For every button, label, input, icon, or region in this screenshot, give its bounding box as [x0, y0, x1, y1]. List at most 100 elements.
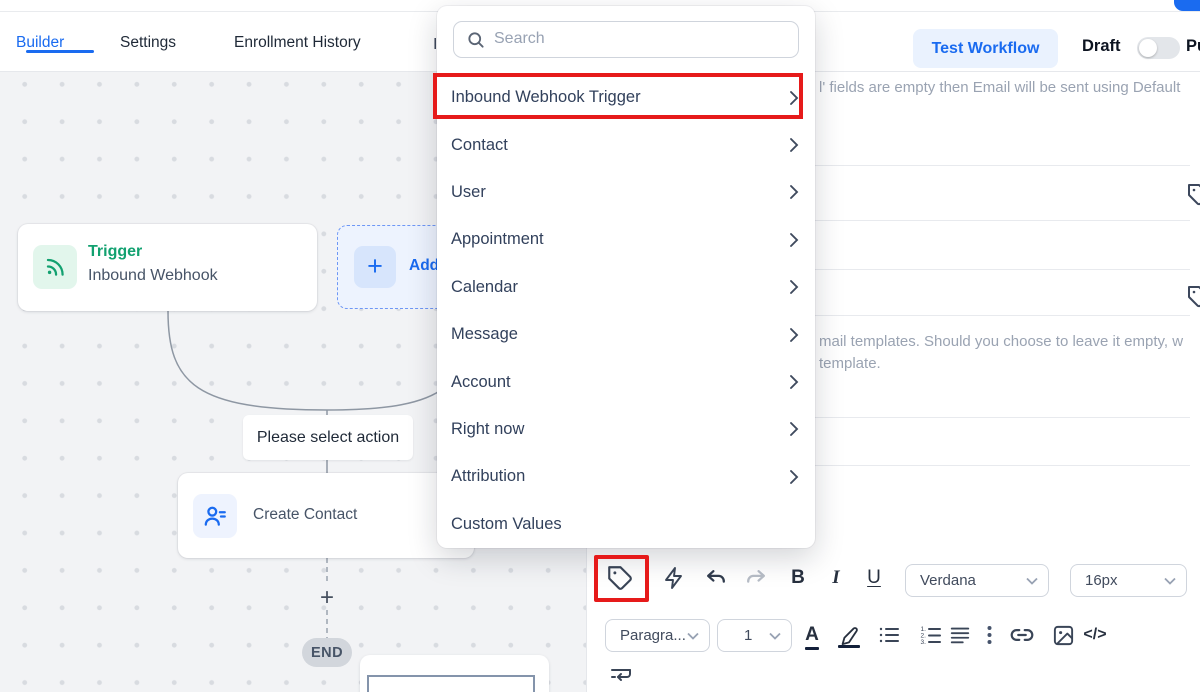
- menu-item-label: Message: [451, 325, 518, 344]
- end-node: END: [302, 638, 352, 667]
- active-tab-underline: [26, 50, 94, 54]
- menu-item-label: Calendar: [451, 278, 518, 297]
- chevron-down-icon: [1164, 577, 1176, 585]
- tab-enrollment-history-label: Enrollment History: [234, 34, 361, 51]
- menu-item-label: Appointment: [451, 230, 544, 249]
- menu-item-list: Inbound Webhook Trigger Contact User App…: [437, 74, 815, 548]
- bold-glyph: B: [791, 567, 805, 589]
- select-action-text: Please select action: [257, 429, 399, 447]
- chevron-right-icon: [789, 421, 799, 437]
- tab-settings-label: Settings: [120, 34, 176, 51]
- tab-settings[interactable]: Settings: [120, 34, 176, 52]
- publish-label-clipped: Pu: [1186, 37, 1200, 56]
- bottom-popup-card: [360, 655, 549, 692]
- inbound-webhook-icon: [33, 245, 77, 289]
- add-action-plus-button[interactable]: +: [314, 584, 340, 612]
- chevron-right-icon: [789, 374, 799, 390]
- insert-image-button[interactable]: [1049, 621, 1077, 649]
- trigger-action-menu: Inbound Webhook Trigger Contact User App…: [437, 6, 815, 548]
- workflow-builder-screen: Builder Settings Enrollment History I Te…: [0, 0, 1200, 692]
- menu-item-calendar[interactable]: Calendar: [437, 264, 815, 311]
- font-family-select[interactable]: Verdana: [905, 564, 1049, 597]
- code-view-button[interactable]: </>: [1079, 621, 1111, 649]
- tab-builder-label: Builder: [16, 34, 64, 51]
- select-action-label: Please select action: [243, 415, 413, 460]
- toggle-knob: [1139, 39, 1157, 57]
- more-options-button[interactable]: [981, 621, 997, 649]
- chevron-right-icon: [789, 184, 799, 200]
- italic-glyph: I: [832, 567, 839, 589]
- trigger-node-title: Trigger: [88, 243, 142, 261]
- align-button[interactable]: [947, 621, 973, 649]
- underline-button[interactable]: U: [861, 564, 887, 592]
- clipped-tab-fragment: I: [433, 36, 436, 54]
- redo-button[interactable]: [741, 565, 769, 593]
- chevron-down-icon: [769, 632, 781, 640]
- trigger-node-card[interactable]: Trigger Inbound Webhook: [18, 224, 317, 311]
- font-size-value: 16px: [1085, 572, 1118, 589]
- add-trigger-card[interactable]: + Add: [337, 225, 453, 309]
- templates-note-line2: template.: [819, 355, 881, 372]
- chevron-right-icon: [789, 327, 799, 343]
- paragraph-style-select[interactable]: Paragra...: [605, 619, 710, 652]
- line-height-select[interactable]: 1: [717, 619, 792, 652]
- publish-toggle[interactable]: [1137, 37, 1180, 59]
- undo-button[interactable]: [702, 565, 730, 593]
- tab-builder[interactable]: Builder: [16, 34, 64, 52]
- menu-item-message[interactable]: Message: [437, 311, 815, 358]
- end-node-label: END: [311, 645, 343, 661]
- bullet-list-button[interactable]: [875, 621, 903, 649]
- annotation-box-inbound-webhook: [433, 73, 803, 119]
- search-input[interactable]: [494, 22, 789, 56]
- font-family-value: Verdana: [920, 572, 976, 589]
- bold-button[interactable]: B: [785, 564, 811, 592]
- menu-item-appointment[interactable]: Appointment: [437, 216, 815, 263]
- tab-enrollment-history[interactable]: Enrollment History: [234, 34, 361, 52]
- font-size-select[interactable]: 16px: [1070, 564, 1187, 597]
- search-icon: [466, 30, 486, 50]
- code-glyph: </>: [1083, 626, 1106, 644]
- menu-item-label: Custom Values: [451, 515, 562, 534]
- annotation-box-tag-button: [594, 555, 649, 602]
- menu-item-contact[interactable]: Contact: [437, 121, 815, 168]
- add-trigger-label: Add: [409, 257, 439, 275]
- merge-tag-icon[interactable]: [1187, 183, 1200, 207]
- italic-button[interactable]: I: [823, 564, 849, 592]
- menu-item-right-now[interactable]: Right now: [437, 406, 815, 453]
- text-color-button[interactable]: A: [799, 621, 825, 649]
- menu-search-box[interactable]: [453, 21, 799, 58]
- menu-item-user[interactable]: User: [437, 169, 815, 216]
- default-email-note: l' fields are empty then Email will be s…: [819, 79, 1180, 96]
- numbered-list-button[interactable]: 1. 2. 3.: [917, 621, 945, 649]
- menu-item-label: Account: [451, 373, 511, 392]
- test-workflow-button[interactable]: Test Workflow: [913, 29, 1058, 68]
- menu-item-label: Contact: [451, 136, 508, 155]
- bottom-popup-field[interactable]: [367, 675, 535, 692]
- menu-item-account[interactable]: Account: [437, 358, 815, 405]
- menu-item-attribution[interactable]: Attribution: [437, 453, 815, 500]
- menu-item-label: Attribution: [451, 467, 525, 486]
- chevron-right-icon: [789, 469, 799, 485]
- trigger-links-zap-button[interactable]: [660, 564, 688, 592]
- paragraph-style-value: Paragra...: [620, 627, 686, 644]
- text-wrap-button[interactable]: [607, 662, 635, 688]
- insert-link-button[interactable]: [1007, 621, 1037, 649]
- plus-icon: +: [354, 246, 396, 288]
- chevron-right-icon: [789, 279, 799, 295]
- clipped-blue-button-fragment: [1174, 0, 1200, 11]
- create-contact-label: Create Contact: [253, 506, 357, 524]
- merge-tag-icon[interactable]: [1187, 285, 1200, 309]
- svg-text:3.: 3.: [921, 639, 927, 646]
- highlight-color-bar: [838, 645, 860, 648]
- chevron-down-icon: [687, 632, 699, 640]
- highlight-color-button[interactable]: [835, 621, 863, 649]
- chevron-right-icon: [789, 137, 799, 153]
- templates-note-line1: mail templates. Should you choose to lea…: [819, 333, 1183, 350]
- create-contact-node-card[interactable]: Create Contact: [178, 473, 474, 558]
- menu-item-custom-values[interactable]: Custom Values: [437, 501, 815, 548]
- menu-item-label: Right now: [451, 420, 524, 439]
- menu-item-label: User: [451, 183, 486, 202]
- chevron-down-icon: [1026, 577, 1038, 585]
- create-contact-icon: [193, 494, 237, 538]
- highlighter-icon: [838, 624, 860, 646]
